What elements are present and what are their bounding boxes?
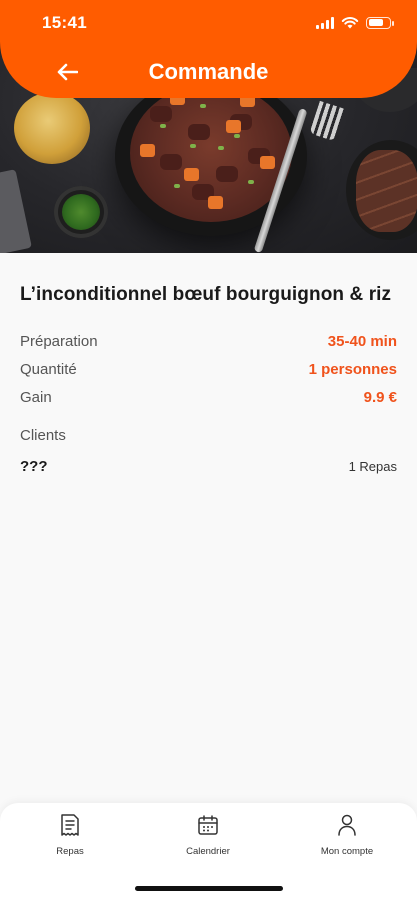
home-indicator — [135, 886, 283, 891]
client-name: ??? — [20, 457, 48, 475]
clients-heading: Clients — [20, 427, 66, 444]
detail-label: Gain — [20, 388, 52, 406]
app-screen: 15:41 Commande L’inconditionnel bœuf bou… — [0, 0, 417, 900]
nav-label: Calendrier — [186, 846, 230, 857]
user-icon — [338, 814, 356, 836]
wifi-icon — [341, 17, 359, 29]
page-title: Commande — [148, 59, 269, 84]
status-time: 15:41 — [42, 13, 87, 32]
nav-label: Repas — [56, 846, 84, 857]
header-bar: 15:41 Commande — [0, 0, 417, 98]
nav-item-mon-compte[interactable]: Mon compte — [297, 813, 397, 857]
client-row: ??? 1 Repas — [20, 456, 397, 476]
oil-bowl — [14, 92, 90, 164]
detail-value: 1 personnes — [308, 360, 397, 378]
detail-label: Préparation — [20, 332, 98, 350]
detail-row-gain: Gain 9.9 € — [20, 383, 397, 411]
bread — [356, 150, 417, 232]
stew — [130, 84, 292, 222]
detail-label: Quantité — [20, 360, 77, 378]
dish-name: L’inconditionnel bœuf bourguignon & riz — [20, 284, 392, 305]
order-details: L’inconditionnel bœuf bourguignon & riz … — [20, 282, 397, 476]
detail-value: 35-40 min — [327, 332, 397, 350]
nav-item-calendrier[interactable]: Calendrier — [158, 813, 258, 857]
battery-icon — [366, 16, 394, 29]
detail-value: 9.9 € — [363, 388, 397, 406]
herbs-bowl — [54, 186, 108, 238]
detail-row-quantity: Quantité 1 personnes — [20, 355, 397, 383]
detail-list: Préparation 35-40 min Quantité 1 personn… — [20, 327, 397, 411]
client-meal-count: 1 Repas — [348, 458, 397, 474]
calendar-icon — [198, 815, 218, 835]
nav-label: Mon compte — [320, 846, 374, 857]
cellular-signal-icon — [316, 16, 334, 29]
detail-row-preparation: Préparation 35-40 min — [20, 327, 397, 355]
status-icons — [316, 16, 394, 29]
nav-item-repas[interactable]: Repas — [20, 813, 120, 857]
receipt-icon — [61, 814, 79, 836]
